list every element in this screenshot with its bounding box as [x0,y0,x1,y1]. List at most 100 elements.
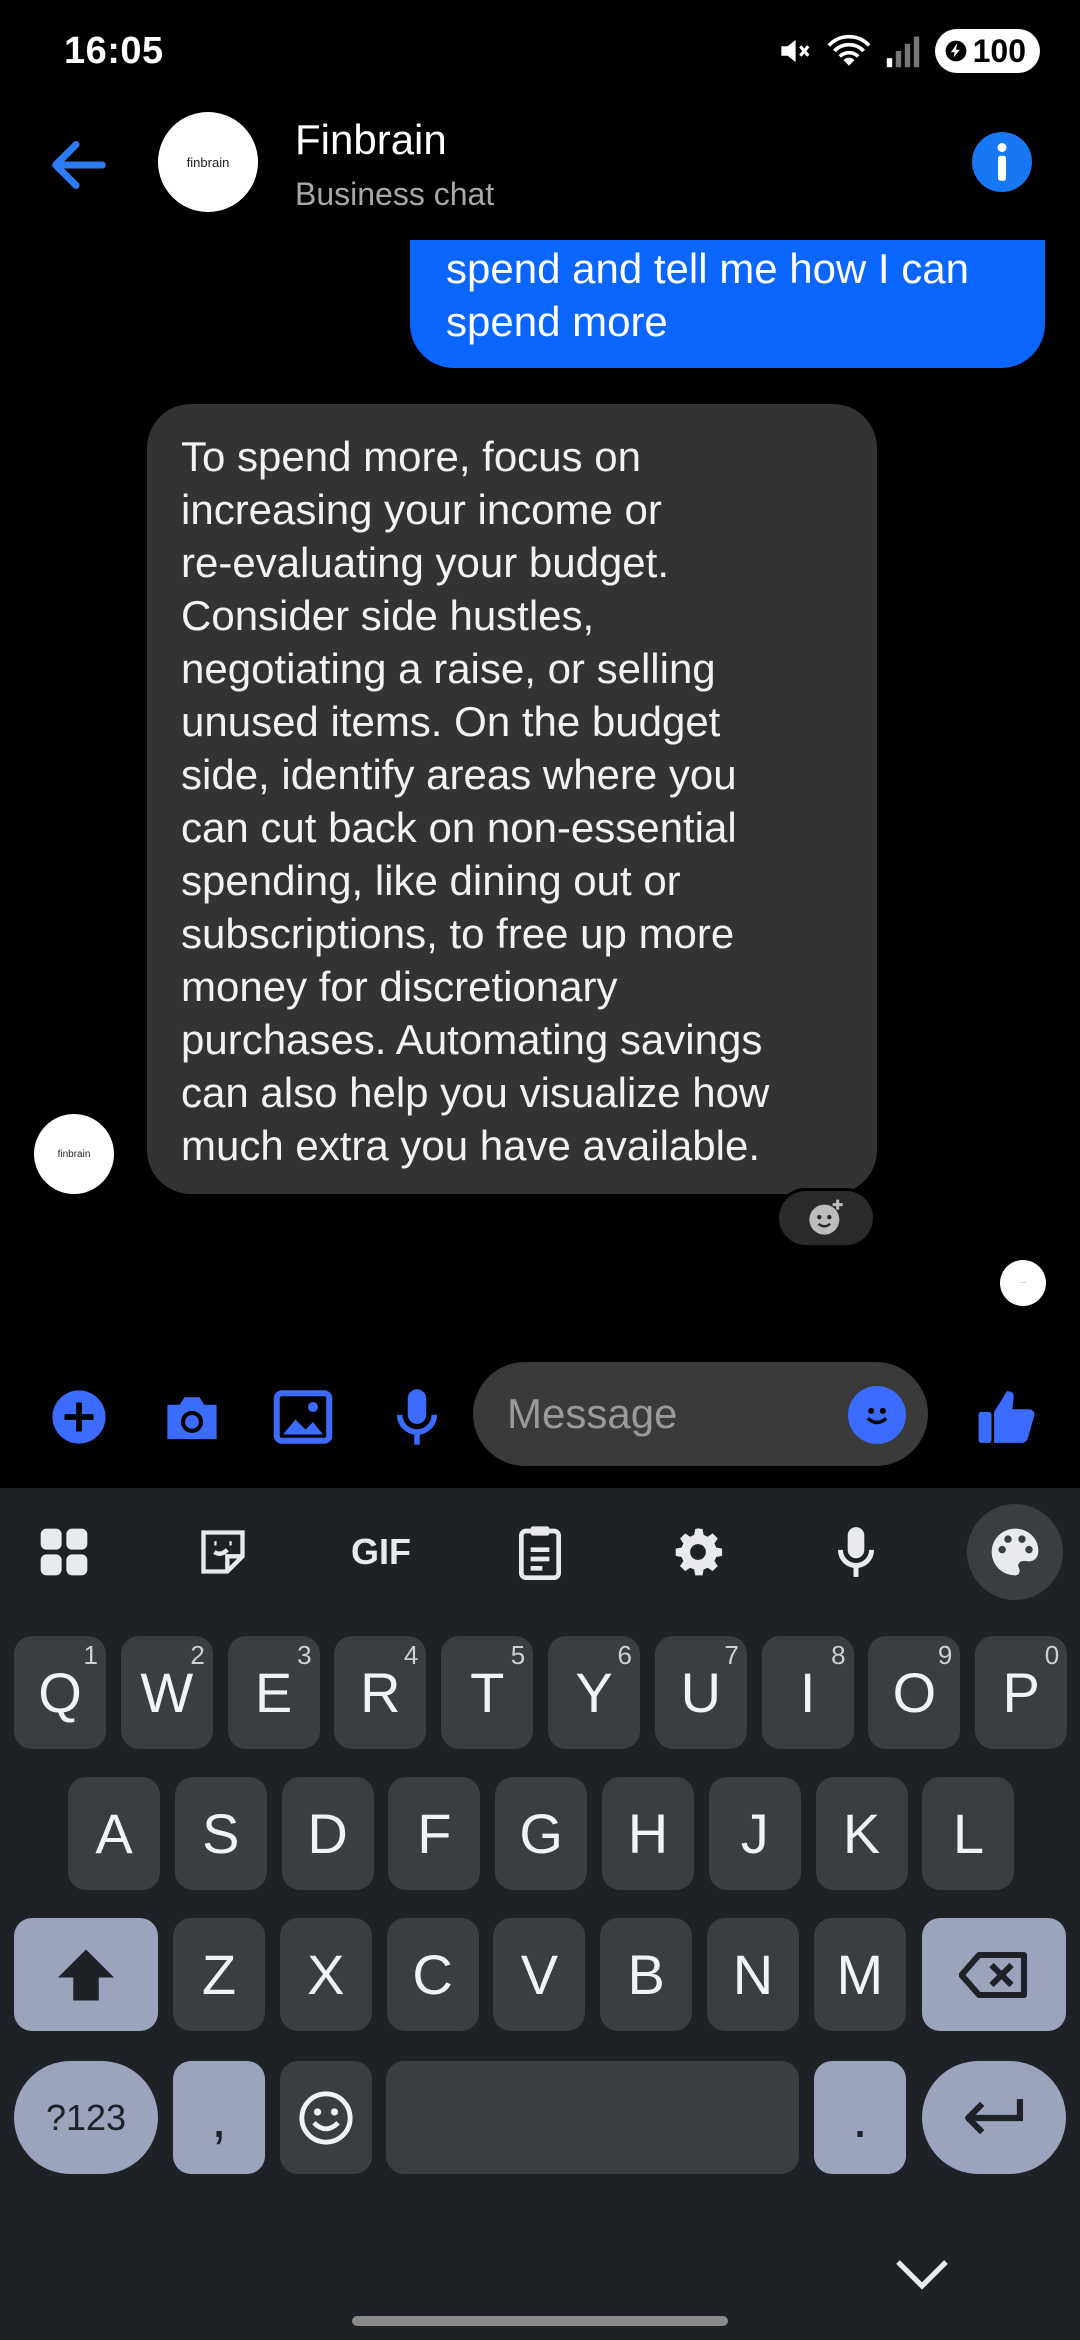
key-hint: 8 [831,1640,846,1670]
hide-keyboard-button[interactable] [892,2254,952,2294]
key-n[interactable]: N [707,1918,799,2031]
key-label: R [360,1661,401,1724]
plus-circle-icon [52,1390,106,1444]
apps-button[interactable] [24,1512,104,1592]
camera-button[interactable] [157,1382,227,1452]
emoji-button[interactable] [848,1386,906,1444]
microphone-icon [837,1527,875,1577]
key-u[interactable]: U7 [654,1636,747,1749]
key-l[interactable]: L [922,1777,1015,1890]
key-i[interactable]: I8 [761,1636,854,1749]
enter-icon [965,2098,1023,2134]
message-input-container [473,1362,928,1466]
key-b[interactable]: B [600,1918,693,2031]
shift-key[interactable] [14,1918,158,2031]
key-g[interactable]: G [495,1777,588,1890]
key-label: P [1002,1661,1040,1724]
incoming-message-bubble[interactable]: To spend more, focus on increasing your … [147,404,877,1194]
grid-icon [40,1528,88,1576]
key-hint: 0 [1044,1640,1060,1670]
emoji-key[interactable] [280,2061,372,2174]
battery-saver-icon [945,40,967,62]
key-m[interactable]: M [813,1918,906,2031]
keyboard-toolbar: GIF [0,1488,1080,1613]
key-e[interactable]: E3 [227,1636,320,1749]
add-reaction-icon [809,1199,843,1235]
battery-indicator: 100 [934,29,1040,73]
info-icon [997,143,1007,181]
on-screen-keyboard: GIF Q1W2E3R4T5Y6U7I8O9P0ASDFGHJKLZXCVBNM… [0,1488,1080,2340]
chevron-down-icon [896,2260,948,2290]
key-r[interactable]: R4 [334,1636,427,1749]
home-indicator[interactable] [352,2316,728,2326]
key-h[interactable]: H [602,1777,694,1890]
symbols-key[interactable]: ?123 [14,2061,158,2174]
key-t[interactable]: T5 [441,1636,534,1749]
gallery-button[interactable] [268,1382,338,1452]
key-k[interactable]: K [815,1777,908,1890]
voice-button[interactable] [382,1382,452,1452]
key-q[interactable]: Q1 [14,1636,106,1749]
info-button[interactable] [972,132,1032,192]
key-a[interactable]: A [68,1777,160,1890]
add-button[interactable] [44,1382,114,1452]
key-o[interactable]: O9 [868,1636,961,1749]
microphone-icon [396,1389,438,1445]
gif-button[interactable]: GIF [341,1512,421,1592]
key-hint: 9 [937,1640,953,1670]
backspace-icon [959,1951,1027,1998]
arrow-left-icon [52,141,106,189]
shift-icon [58,1949,114,2000]
key-j[interactable]: J [708,1777,801,1890]
keyboard-voice-button[interactable] [816,1512,896,1592]
enter-key[interactable] [922,2061,1066,2174]
key-label: X [307,1943,345,2006]
mute-icon [780,39,810,63]
outgoing-message-text: spend and tell me how I can spend more [446,245,969,345]
key-x[interactable]: X [279,1918,372,2031]
key-label: C [412,1943,453,2006]
key-f[interactable]: F [388,1777,481,1890]
back-button[interactable] [44,130,114,200]
key-label: S [202,1802,240,1865]
chat-title[interactable]: Finbrain [295,116,447,164]
comma-key[interactable]: , [173,2061,265,2174]
like-button[interactable] [972,1382,1042,1452]
key-label: D [307,1802,348,1865]
key-c[interactable]: C [386,1918,479,2031]
key-label: I [799,1661,816,1724]
battery-level: 100 [972,32,1026,69]
space-key[interactable] [386,2061,799,2174]
key-d[interactable]: D [281,1777,374,1890]
theme-button[interactable] [967,1504,1063,1600]
key-z[interactable]: Z [173,1918,265,2031]
contact-avatar[interactable]: finbrain [158,112,258,212]
key-hint: 7 [724,1640,739,1670]
clipboard-icon [519,1526,561,1580]
key-label: K [842,1802,881,1865]
add-reaction-button[interactable] [776,1188,876,1248]
key-p[interactable]: P0 [975,1636,1068,1749]
key-label: T [470,1661,505,1724]
period-key[interactable]: . [814,2061,906,2174]
sender-avatar[interactable]: finbrain [34,1114,114,1194]
outgoing-message-bubble[interactable]: spend and tell me how I can spend more [410,240,1045,368]
camera-icon [167,1397,217,1440]
key-y[interactable]: Y6 [548,1636,640,1749]
backspace-key[interactable] [922,1918,1066,2031]
key-label: J [740,1802,769,1865]
status-time: 16:05 [64,30,164,72]
key-s[interactable]: S [174,1777,267,1890]
message-input[interactable] [507,1362,837,1466]
thumbs-up-icon [978,1391,1035,1443]
palette-icon [991,1528,1039,1576]
key-v[interactable]: V [493,1918,586,2031]
sticker-button[interactable] [183,1512,263,1592]
key-label: U [680,1661,722,1724]
settings-button[interactable] [658,1512,738,1592]
clipboard-button[interactable] [500,1512,580,1592]
key-w[interactable]: W2 [120,1636,213,1749]
status-icons: 100 [775,28,1040,74]
key-hint: 4 [403,1640,419,1670]
key-hint: 1 [83,1640,98,1670]
